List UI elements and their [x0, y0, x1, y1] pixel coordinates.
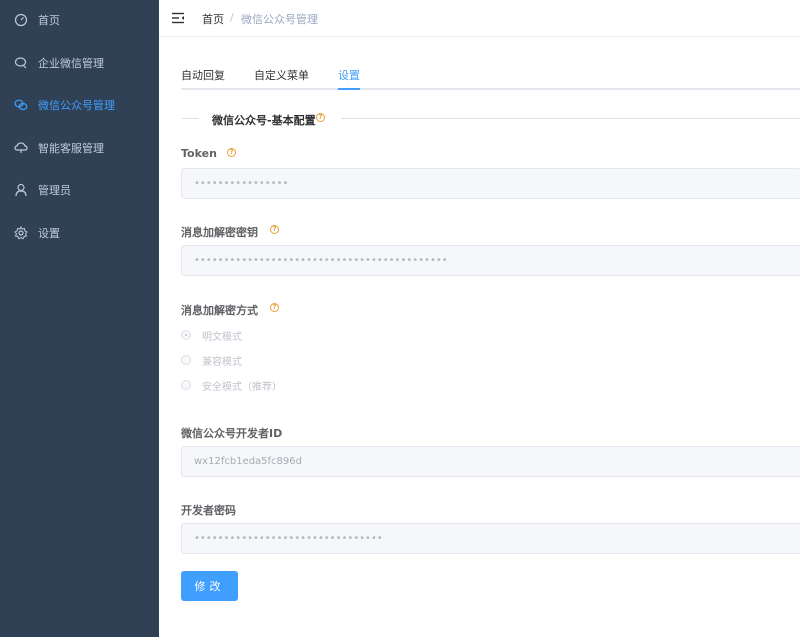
aes-key-field[interactable]: ••••••••••••••••••••••••••••••••••••••••… — [181, 245, 800, 276]
token-field[interactable]: •••••••••••••••• — [181, 168, 800, 199]
sidebar-item-smart-service[interactable]: 智能客服管理 — [0, 128, 159, 168]
help-icon[interactable]: ? — [270, 225, 279, 234]
sidebar: 首页 企业微信管理 微信公众号管理 智能客服管理 管理员 设置 — [0, 0, 159, 637]
radio-dot[interactable] — [181, 330, 191, 340]
token-label: Token — [181, 147, 217, 160]
wechat-icon — [14, 98, 28, 112]
sidebar-item-label: 管理员 — [38, 184, 71, 197]
radio-label: 兼容模式 — [202, 356, 242, 368]
dashboard-icon — [14, 13, 28, 27]
breadcrumb-current: 微信公众号管理 — [241, 13, 318, 26]
radio-secure-mode[interactable]: 安全模式（推荐） — [181, 378, 282, 393]
sidebar-item-admin[interactable]: 管理员 — [0, 170, 159, 210]
help-icon[interactable]: ? — [316, 113, 325, 122]
divider-line — [182, 118, 199, 119]
tab-bar: 自动回复 自定义菜单 设置 — [181, 60, 800, 90]
sidebar-item-label: 智能客服管理 — [38, 142, 104, 155]
chat-bubble-icon — [14, 56, 28, 70]
sidebar-item-label: 首页 — [38, 14, 60, 27]
tab-settings[interactable]: 设置 — [338, 67, 360, 83]
gear-icon — [14, 226, 28, 240]
radio-label: 明文模式 — [202, 331, 242, 343]
app-id-field[interactable]: wx12fcb1eda5fc896d — [181, 446, 800, 477]
app-id-label: 微信公众号开发者ID — [181, 427, 283, 440]
radio-dot[interactable] — [181, 380, 191, 390]
modify-button[interactable]: 修改 — [181, 571, 238, 601]
sidebar-item-wechat-official[interactable]: 微信公众号管理 — [0, 85, 159, 125]
user-icon — [14, 183, 28, 197]
cloud-service-icon — [14, 141, 28, 155]
breadcrumb-separator: / — [230, 11, 234, 24]
help-icon[interactable]: ? — [270, 303, 279, 312]
sidebar-toggle-icon[interactable] — [171, 10, 185, 24]
breadcrumb-home[interactable]: 首页 — [202, 11, 224, 27]
radio-dot[interactable] — [181, 355, 191, 365]
tab-auto-reply[interactable]: 自动回复 — [181, 67, 225, 83]
encrypt-mode-label: 消息加解密方式 — [181, 304, 258, 317]
active-tab-indicator — [338, 88, 360, 90]
aes-key-label: 消息加解密密钥 — [181, 226, 258, 239]
sidebar-item-wecom[interactable]: 企业微信管理 — [0, 43, 159, 83]
sidebar-item-label: 企业微信管理 — [38, 57, 104, 70]
app-secret-field[interactable]: •••••••••••••••••••••••••••••••• — [181, 523, 800, 554]
help-icon[interactable]: ? — [227, 148, 236, 157]
section-title: 微信公众号-基本配置 — [212, 114, 316, 127]
divider-line — [341, 118, 800, 119]
radio-label: 安全模式（推荐） — [202, 381, 282, 393]
sidebar-item-home[interactable]: 首页 — [0, 0, 159, 40]
sidebar-item-settings[interactable]: 设置 — [0, 213, 159, 253]
sidebar-item-label: 微信公众号管理 — [38, 99, 115, 112]
top-navbar: 首页 / 微信公众号管理 — [159, 0, 800, 37]
radio-plaintext-mode[interactable]: 明文模式 — [181, 328, 242, 343]
app-secret-label: 开发者密码 — [181, 504, 236, 517]
sidebar-item-label: 设置 — [38, 227, 60, 240]
tab-custom-menu[interactable]: 自定义菜单 — [254, 67, 309, 83]
radio-compatible-mode[interactable]: 兼容模式 — [181, 353, 242, 368]
